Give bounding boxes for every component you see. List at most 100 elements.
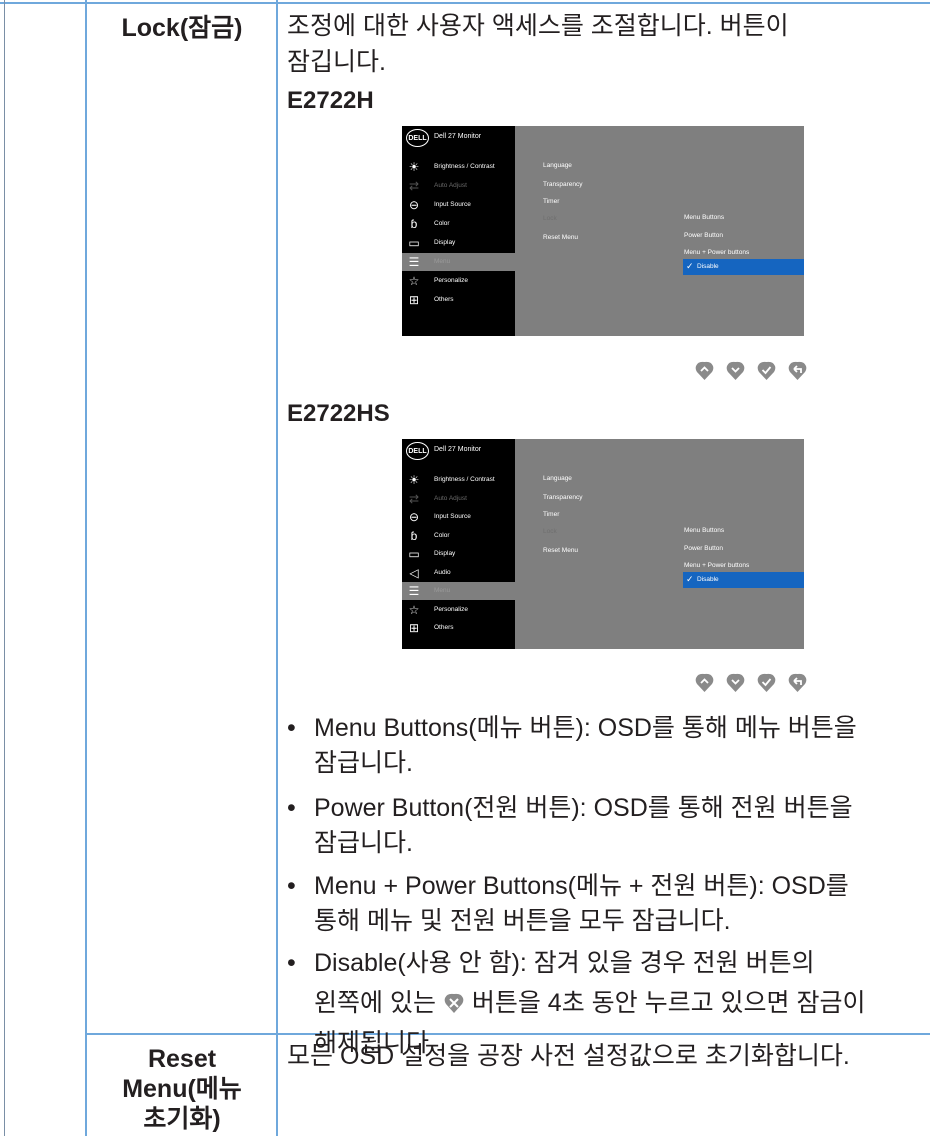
- osd-header: DELL Dell 27 Monitor: [402, 439, 515, 463]
- audio-icon: ◁: [409, 565, 419, 580]
- column-divider-1: [85, 0, 87, 1136]
- osd-submenu-item[interactable]: Reset Menu: [543, 547, 578, 554]
- osd-option[interactable]: Menu Buttons: [684, 214, 724, 221]
- color-icon: ɓ: [410, 217, 418, 231]
- osd-submenu-item[interactable]: Transparency: [543, 494, 583, 501]
- bullet-text: Menu + Power Buttons(메뉴 + 전원 버튼): OSD를 통해…: [314, 872, 849, 935]
- osd-screenshot-e2722hs: DELL Dell 27 Monitor ☀ Brightness / Contras…: [402, 439, 804, 649]
- auto-adjust-icon: ⇄: [408, 179, 420, 193]
- osd-menu-item[interactable]: ◁ Audio: [402, 564, 515, 582]
- osd-menu-item[interactable]: ⊞ Others: [402, 291, 515, 309]
- menu-icon: ☰: [408, 255, 420, 269]
- osd-menu-label: Personalize: [434, 605, 468, 613]
- osd-menu-item[interactable]: ☰ Menu: [402, 582, 515, 600]
- osd-menu-item[interactable]: ⊞ Others: [402, 619, 515, 637]
- osd-submenu-item[interactable]: Language: [543, 162, 572, 169]
- check-icon[interactable]: [757, 673, 776, 692]
- osd-menu-label: Brightness / Contrast: [434, 476, 495, 483]
- nav-buttons-e2722hs: [695, 673, 807, 692]
- osd-menu-item[interactable]: ☰ Menu: [402, 253, 515, 271]
- lock-description-line1: 조정에 대한 사용자 액세스를 조절합니다. 버튼이: [287, 12, 789, 40]
- osd-option[interactable]: Power Button: [684, 545, 723, 552]
- up-arrow-icon[interactable]: [695, 361, 714, 380]
- osd-menu-label: Display: [434, 550, 456, 557]
- osd-menu-item[interactable]: ɓ Color: [402, 527, 515, 545]
- input-source-icon: ⊖: [408, 510, 420, 524]
- osd-sidebar: DELL Dell 27 Monitor ☀ Brightness / Contras…: [402, 439, 515, 649]
- osd-menu-label: Input Source: [434, 513, 471, 520]
- osd-menu-item[interactable]: ɓ Color: [402, 215, 515, 233]
- bullet-text: Power Button(전원 버튼): OSD를 통해 전원 버튼을 잠급니다.: [314, 794, 853, 857]
- osd-menu-label: Input Source: [434, 201, 471, 208]
- bullet-dot: •: [287, 872, 296, 900]
- model-e2722hs: E2722HS: [287, 400, 390, 427]
- osd-menu-item[interactable]: ▭ Display: [402, 234, 515, 252]
- color-icon: ɓ: [410, 528, 418, 543]
- dell-logo: DELL: [406, 129, 429, 147]
- bullet-dot: •: [287, 949, 296, 977]
- osd-title: Dell 27 Monitor: [434, 446, 482, 453]
- osd-submenu-item[interactable]: Reset Menu: [543, 234, 578, 241]
- osd-menu-label: Menu: [434, 587, 451, 594]
- osd-menu-label: Menu: [434, 258, 451, 265]
- check-icon: ✓: [686, 261, 694, 271]
- osd-menu-item[interactable]: ☆ Personalize: [402, 272, 515, 290]
- lock-description-line2: 잠깁니다.: [287, 48, 386, 76]
- osd-option[interactable]: Menu + Power buttons: [684, 562, 749, 569]
- osd-menu-label: Others: [434, 296, 454, 303]
- personalize-icon: ☆: [408, 274, 420, 288]
- osd-option-selected[interactable]: ✓ Disable: [683, 572, 804, 588]
- brightness-icon: ☀: [408, 473, 420, 487]
- osd-option[interactable]: Menu Buttons: [684, 527, 724, 534]
- osd-option-label: Disable: [697, 576, 719, 583]
- auto-adjust-icon: ⇄: [408, 491, 420, 506]
- osd-submenu-item[interactable]: Lock: [543, 215, 557, 222]
- back-icon[interactable]: [788, 673, 807, 692]
- check-icon[interactable]: [757, 361, 776, 380]
- osd-sidebar: DELL Dell 27 Monitor ☀ Brightness / Contras…: [402, 126, 515, 336]
- reset-menu-label: Reset Menu(메뉴 초기화): [122, 1045, 242, 1133]
- osd-option[interactable]: Menu + Power buttons: [684, 249, 749, 256]
- osd-menu-item[interactable]: ☀ Brightness / Contrast: [402, 471, 515, 489]
- osd-menu-label: Auto Adjust: [434, 494, 467, 502]
- close-button-icon: [444, 993, 464, 1013]
- display-icon: ▭: [408, 547, 420, 561]
- osd-menu-item[interactable]: ☆ Personalize: [402, 601, 515, 619]
- osd-menu-label: Personalize: [434, 277, 468, 284]
- osd-submenu-item[interactable]: Timer: [543, 511, 559, 518]
- osd-option[interactable]: Power Button: [684, 232, 723, 239]
- down-arrow-icon[interactable]: [726, 361, 745, 380]
- osd-option-label: Disable: [697, 263, 719, 270]
- osd-submenu-item[interactable]: Transparency: [543, 181, 583, 188]
- display-icon: ▭: [408, 236, 420, 250]
- osd-menu-label: Display: [434, 239, 456, 246]
- osd-menu-item[interactable]: ⇄ Auto Adjust: [402, 490, 515, 508]
- check-icon: ✓: [686, 574, 694, 584]
- osd-menu-item[interactable]: ☀ Brightness / Contrast: [402, 158, 515, 176]
- osd-menu-item[interactable]: ⊖ Input Source: [402, 196, 515, 214]
- model-e2722h: E2722H: [287, 87, 374, 114]
- osd-menu-item[interactable]: ⇄ Auto Adjust: [402, 177, 515, 195]
- bullet-dot: •: [287, 714, 296, 742]
- osd-menu-item[interactable]: ⊖ Input Source: [402, 508, 515, 526]
- osd-title: Dell 27 Monitor: [434, 133, 482, 140]
- others-icon: ⊞: [408, 621, 420, 635]
- osd-menu-label: Audio: [434, 568, 451, 576]
- osd-submenu-item[interactable]: Language: [543, 475, 572, 482]
- brightness-icon: ☀: [408, 160, 420, 174]
- bullet-text: Menu Buttons(메뉴 버튼): OSD를 통해 메뉴 버튼을 잠급니다.: [314, 714, 857, 777]
- nav-buttons-e2722h: [695, 361, 807, 380]
- osd-submenu-item[interactable]: Lock: [543, 528, 557, 535]
- dell-logo: DELL: [406, 442, 429, 460]
- osd-menu-item[interactable]: ▭ Display: [402, 545, 515, 563]
- osd-menu-label: Color: [434, 531, 450, 539]
- osd-screenshot-e2722h: DELL Dell 27 Monitor ☀ Brightness / Contras…: [402, 126, 804, 336]
- back-icon[interactable]: [788, 361, 807, 380]
- osd-menu-label: Color: [434, 220, 450, 227]
- up-arrow-icon[interactable]: [695, 673, 714, 692]
- osd-submenu-item[interactable]: Timer: [543, 198, 559, 205]
- menu-icon: ☰: [408, 584, 420, 598]
- down-arrow-icon[interactable]: [726, 673, 745, 692]
- osd-option-selected[interactable]: ✓ Disable: [683, 259, 804, 275]
- lock-label: Lock(잠금): [121, 14, 243, 42]
